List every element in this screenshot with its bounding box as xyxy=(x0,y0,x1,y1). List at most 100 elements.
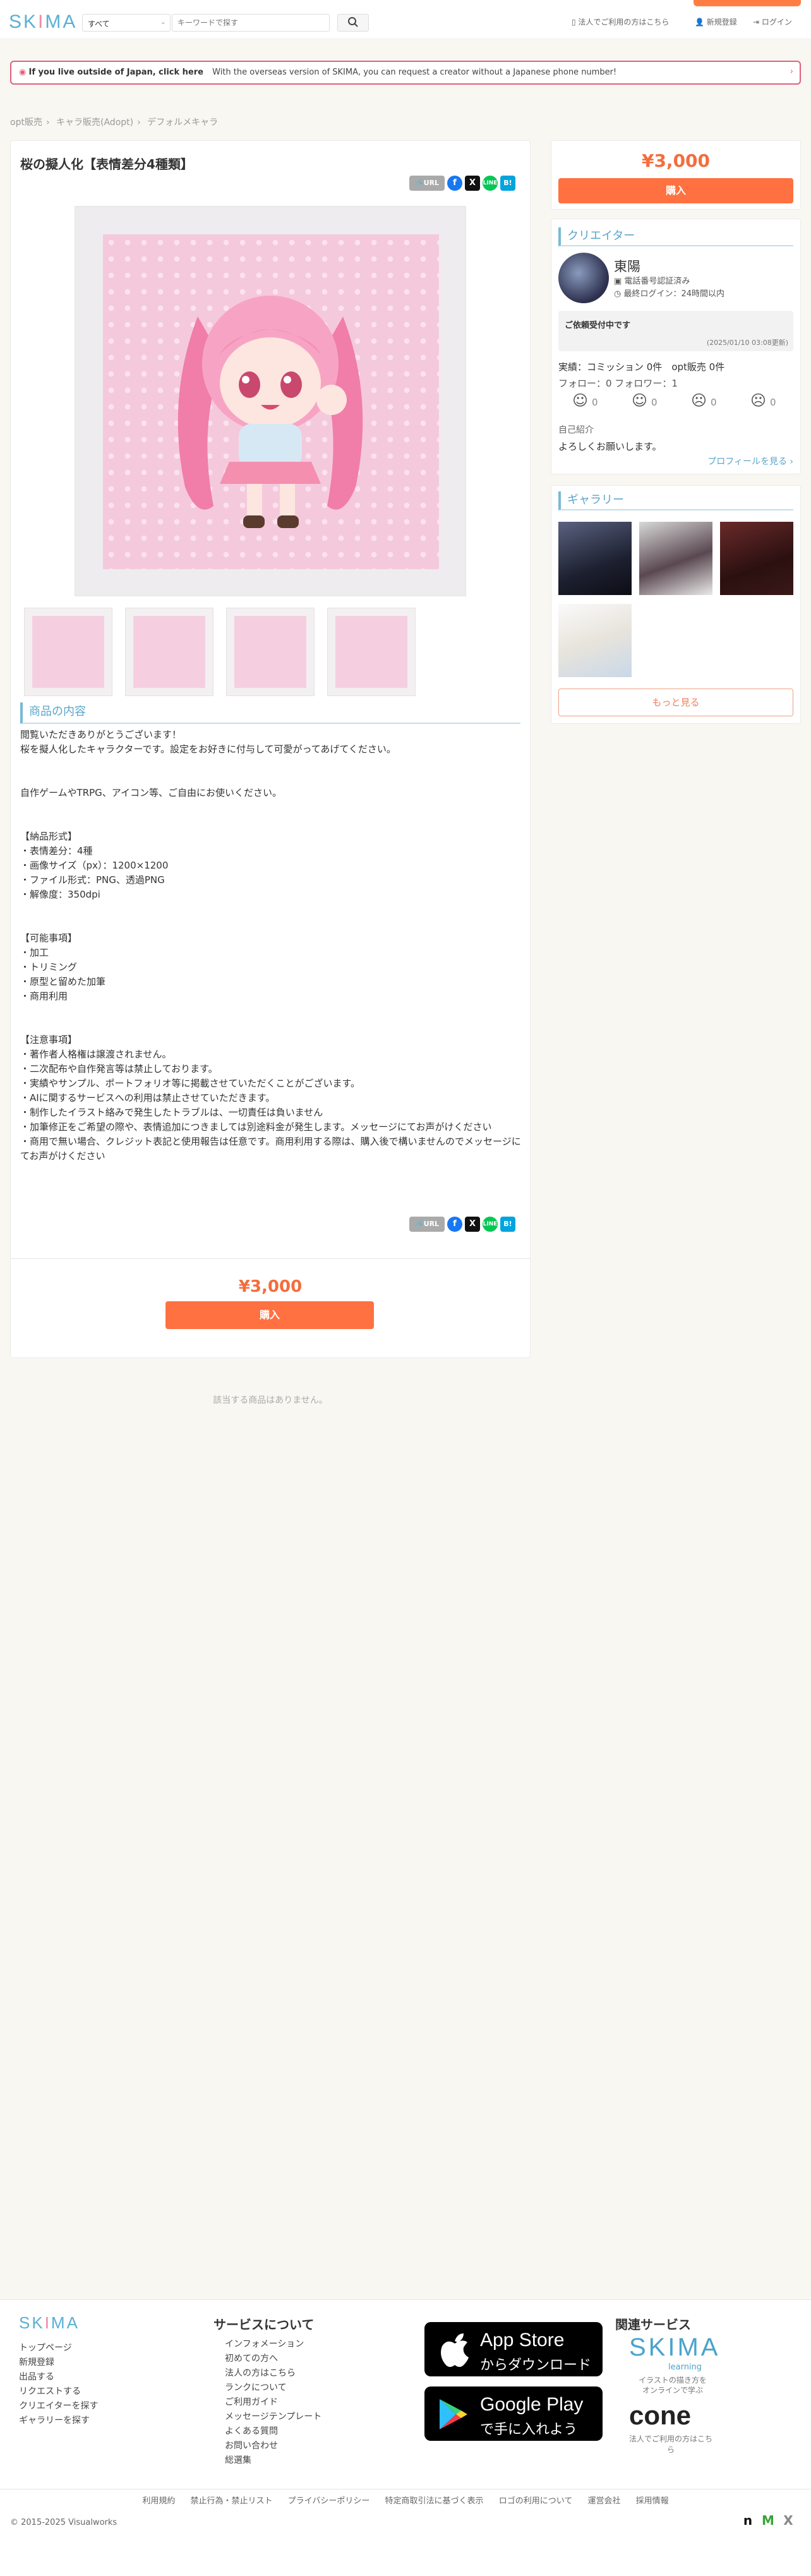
service-link[interactable]: お問い合わせ xyxy=(225,2439,321,2453)
category-select[interactable]: すべて ⌄ xyxy=(82,14,171,32)
category-select-value: すべて xyxy=(88,20,110,28)
site-header: SKIMA すべて ⌄ ▯ 法人でご利用の方はこちら 👤 新規登録 ⇥ ログイン xyxy=(0,8,811,39)
thumbnail-4[interactable] xyxy=(327,608,416,696)
footer-link[interactable]: 新規登録 xyxy=(19,2356,98,2370)
breadcrumb-item[interactable]: opt販売 xyxy=(10,117,42,128)
request-date: (2025/01/10 03:08更新) xyxy=(706,339,788,347)
intro-heading: 自己紹介 xyxy=(558,425,594,435)
service-link[interactable]: 総選集 xyxy=(225,2453,321,2468)
service-link[interactable]: ご利用ガイド xyxy=(225,2395,321,2410)
login-link[interactable]: ⇥ ログイン xyxy=(753,16,792,27)
creator-name[interactable]: 東陽 xyxy=(614,256,640,275)
legal-link[interactable]: ロゴの利用について xyxy=(499,2496,573,2506)
corporate-link[interactable]: ▯ 法人でご利用の方はこちら xyxy=(572,16,669,27)
rating-bad: ☹ 0 xyxy=(750,392,776,409)
sad-face-icon: ☹ xyxy=(750,392,767,409)
app-store-button[interactable]: App Store からダウンロード xyxy=(424,2322,603,2376)
breadcrumb-item[interactable]: キャラ販売(Adopt) xyxy=(56,117,133,128)
service-link[interactable]: インフォメーション xyxy=(225,2337,321,2352)
service-link[interactable]: 法人の方はこちら xyxy=(225,2366,321,2381)
legal-link[interactable]: 特定商取引法に基づく表示 xyxy=(385,2496,484,2506)
facebook-icon[interactable]: f xyxy=(447,176,462,191)
gallery-image-1[interactable] xyxy=(558,522,632,595)
main-product-image[interactable] xyxy=(75,206,466,596)
thumbnail-3[interactable] xyxy=(226,608,315,696)
search-input[interactable] xyxy=(172,14,330,32)
neutral-face-icon: ☹ xyxy=(691,392,707,409)
cone-logo[interactable]: cone xyxy=(629,2400,691,2431)
footer-logo[interactable]: SKIMA xyxy=(19,2313,80,2333)
hatena-icon[interactable]: B! xyxy=(500,1217,515,1232)
signup-link[interactable]: 👤 新規登録 xyxy=(695,16,737,27)
appstore-subtitle: からダウンロード xyxy=(480,2357,592,2373)
footer-link[interactable]: ギャラリーを探す xyxy=(19,2414,98,2428)
footer-links: トップページ 新規登録 出品する リクエストする クリエイターを探す ギャラリー… xyxy=(19,2341,98,2428)
legal-link[interactable]: プライバシーポリシー xyxy=(288,2496,370,2506)
gallery-image-2[interactable] xyxy=(639,522,712,595)
rating-neutral: ☹ 0 xyxy=(691,392,717,409)
product-description: 閲覧いただきありがとうございます！ 桜を擬人化したキャラクターです。設定をお好き… xyxy=(20,729,521,1162)
share-buttons-top: 🔗URL f X LINE B! xyxy=(409,176,518,191)
appstore-title: App Store xyxy=(480,2330,565,2350)
request-status: ご依頼受付中です xyxy=(565,321,631,330)
breadcrumb-item[interactable]: デフォルメキャラ xyxy=(147,117,218,128)
copyright: © 2015-2025 Visualworks xyxy=(10,2518,117,2527)
smile-icon: ☺ xyxy=(572,392,589,409)
more-button[interactable]: もっと見る xyxy=(558,689,793,716)
manga-icon[interactable]: M xyxy=(760,2513,776,2528)
note-icon[interactable]: n xyxy=(740,2513,755,2528)
buy-button-top[interactable]: 購入 xyxy=(558,178,793,203)
hatena-icon[interactable]: B! xyxy=(500,176,515,191)
footer-link[interactable]: トップページ xyxy=(19,2341,98,2356)
verified-status: ▣ 電話番号認証済み xyxy=(614,277,690,286)
skima-logo[interactable]: SKIMA xyxy=(9,11,77,33)
follow-counts: フォロー：0 フォロワー：1 xyxy=(558,378,678,389)
footer-link[interactable]: クリエイターを探す xyxy=(19,2399,98,2414)
skima-learning-logo[interactable]: SKIMA xyxy=(629,2333,720,2362)
service-link[interactable]: ランクについて xyxy=(225,2381,321,2395)
copy-url-button[interactable]: 🔗URL xyxy=(409,176,445,191)
breadcrumb: opt販売 › キャラ販売(Adopt) › デフォルメキャラ xyxy=(10,117,219,128)
service-link[interactable]: 初めての方へ xyxy=(225,2352,321,2366)
legal-link[interactable]: 採用情報 xyxy=(636,2496,669,2506)
x-icon[interactable]: X xyxy=(465,176,480,191)
google-play-button[interactable]: Google Play で手に入れよう xyxy=(424,2386,603,2441)
gallery-image-4[interactable] xyxy=(558,604,632,677)
google-play-icon xyxy=(440,2399,467,2429)
banner-message: With the overseas version of SKIMA, you … xyxy=(212,68,617,77)
intro-text: よろしくお願いします。 xyxy=(558,441,662,452)
creator-heading: クリエイター xyxy=(558,227,793,246)
avatar[interactable] xyxy=(558,253,609,303)
thumbnail-1[interactable] xyxy=(24,608,112,696)
footer-link[interactable]: リクエストする xyxy=(19,2385,98,2399)
line-icon[interactable]: LINE xyxy=(483,176,498,191)
creator-stats: 実績：コミッション 0件 opt販売 0件 xyxy=(558,361,725,373)
no-items-message: 該当する商品はありません。 xyxy=(213,1395,328,1405)
search-button[interactable] xyxy=(337,14,369,32)
chevron-down-icon: ⌄ xyxy=(160,18,166,26)
thumbnail-2[interactable] xyxy=(125,608,213,696)
footer-link[interactable]: 出品する xyxy=(19,2370,98,2385)
link-icon: 🔗 xyxy=(414,179,424,187)
profile-link[interactable]: プロフィールを見る › xyxy=(551,455,793,467)
x-icon[interactable]: X xyxy=(465,1217,480,1232)
legal-link[interactable]: 禁止行為・禁止リスト xyxy=(191,2496,273,2506)
image-background xyxy=(103,234,439,569)
share-buttons-bottom: 🔗URL f X LINE B! xyxy=(409,1217,518,1232)
strip-accent xyxy=(694,0,801,6)
x-icon[interactable]: X xyxy=(781,2513,796,2528)
gallery-image-3[interactable] xyxy=(720,522,793,595)
skima-learning-caption: イラストの描き方を オンラインで学ぶ xyxy=(639,2376,707,2395)
copy-url-button[interactable]: 🔗URL xyxy=(409,1217,445,1232)
overseas-banner[interactable]: ◉ If you live outside of Japan, click he… xyxy=(10,61,801,85)
service-link[interactable]: よくある質問 xyxy=(225,2424,321,2439)
top-category-strip xyxy=(0,0,811,8)
facebook-icon[interactable]: f xyxy=(447,1217,462,1232)
service-heading: サービスについて xyxy=(213,2317,315,2332)
cone-caption: 法人でご利用の方はこちら xyxy=(628,2435,712,2454)
service-link[interactable]: メッセージテンプレート xyxy=(225,2410,321,2424)
legal-link[interactable]: 利用規約 xyxy=(142,2496,175,2506)
legal-link[interactable]: 運営会社 xyxy=(587,2496,620,2506)
buy-button-bottom[interactable]: 購入 xyxy=(165,1301,374,1329)
line-icon[interactable]: LINE xyxy=(483,1217,498,1232)
